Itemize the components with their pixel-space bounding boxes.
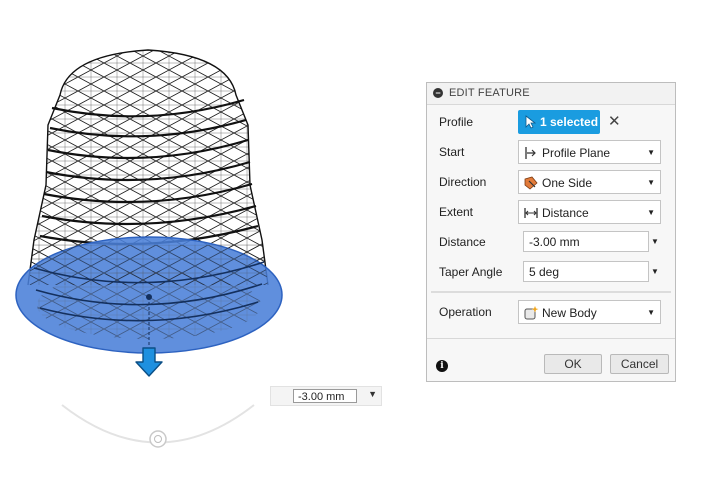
thimble-model[interactable] — [0, 0, 420, 497]
distance-row: Distance -3.00 mm ▼ — [427, 229, 675, 255]
direction-dropdown[interactable]: One Side ▼ — [518, 170, 661, 194]
profile-row: Profile 1 selected ✕ — [427, 109, 675, 135]
taper-angle-input[interactable]: 5 deg — [523, 261, 649, 282]
chevron-down-icon[interactable]: ▼ — [368, 389, 377, 399]
canvas-distance-input[interactable]: -3.00 mm ▼ — [270, 386, 382, 406]
taper-angle-row: Taper Angle 5 deg ▼ — [427, 259, 675, 285]
start-label: Start — [439, 145, 465, 159]
chevron-down-icon: ▼ — [647, 208, 655, 217]
direction-label: Direction — [439, 175, 487, 189]
extent-row: Extent Distance ▼ — [427, 199, 675, 225]
canvas-distance-field[interactable]: -3.00 mm — [293, 389, 357, 403]
chevron-down-icon: ▼ — [647, 308, 655, 317]
info-icon[interactable]: i — [436, 360, 448, 372]
profile-label: Profile — [439, 115, 474, 129]
start-value: Profile Plane — [542, 146, 611, 160]
edit-feature-dialog: − EDIT FEATURE Profile 1 selected ✕ Star… — [426, 82, 676, 382]
one-side-icon — [524, 176, 538, 190]
profile-plane-icon — [525, 147, 536, 159]
profile-selection-text: 1 selected — [540, 115, 599, 129]
start-dropdown[interactable]: Profile Plane ▼ — [518, 140, 661, 164]
distance-icon — [524, 208, 538, 218]
start-row: Start Profile Plane ▼ — [427, 139, 675, 165]
distance-input[interactable]: -3.00 mm — [523, 231, 649, 252]
cursor-arrow-icon — [525, 115, 536, 129]
ok-button[interactable]: OK — [544, 354, 602, 374]
extent-value: Distance — [542, 206, 589, 220]
new-body-icon — [524, 306, 539, 320]
extent-dropdown[interactable]: Distance ▼ — [518, 200, 661, 224]
cancel-button[interactable]: Cancel — [610, 354, 669, 374]
footer-divider — [427, 338, 675, 339]
extent-label: Extent — [439, 205, 474, 219]
profile-select-button[interactable]: 1 selected — [518, 110, 600, 134]
operation-dropdown[interactable]: New Body ▼ — [518, 300, 661, 324]
direction-row: Direction One Side ▼ — [427, 169, 675, 195]
chevron-down-icon: ▼ — [647, 148, 655, 157]
chevron-down-icon[interactable]: ▼ — [651, 237, 659, 246]
distance-label: Distance — [439, 235, 486, 249]
taper-angle-label: Taper Angle — [439, 265, 503, 279]
chevron-down-icon: ▼ — [647, 178, 655, 187]
operation-row: Operation New Body ▼ — [427, 299, 675, 325]
dialog-title: EDIT FEATURE — [449, 87, 530, 99]
clear-selection-icon[interactable]: ✕ — [608, 112, 621, 130]
model-viewport[interactable]: -3.00 mm ▼ — [0, 0, 420, 497]
dialog-header: − EDIT FEATURE — [427, 83, 675, 105]
operation-label: Operation — [439, 305, 492, 319]
section-divider — [431, 291, 671, 293]
chevron-down-icon[interactable]: ▼ — [651, 267, 659, 276]
direction-value: One Side — [542, 176, 593, 190]
operation-value: New Body — [542, 306, 597, 320]
collapse-icon[interactable]: − — [433, 88, 443, 98]
